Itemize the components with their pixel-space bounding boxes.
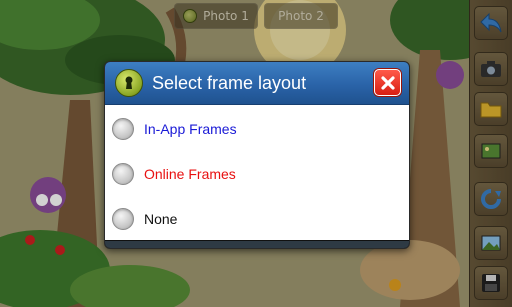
- radio-button[interactable]: [112, 207, 134, 230]
- frame-layout-dialog: Select frame layout In-App Frames Online…: [104, 61, 410, 249]
- dialog-header: Select frame layout: [105, 62, 409, 105]
- option-online-frames[interactable]: Online Frames: [105, 151, 409, 196]
- close-button[interactable]: [374, 69, 401, 96]
- option-none[interactable]: None: [105, 196, 409, 241]
- radio-button[interactable]: [112, 117, 134, 140]
- option-label: In-App Frames: [144, 120, 237, 137]
- dialog-body: In-App Frames Online Frames None: [105, 105, 409, 240]
- close-icon: [380, 75, 395, 90]
- keyhole-icon: [115, 69, 143, 97]
- radio-button[interactable]: [112, 162, 134, 185]
- option-label: Online Frames: [144, 165, 236, 182]
- dialog-title: Select frame layout: [152, 72, 307, 93]
- option-in-app-frames[interactable]: In-App Frames: [105, 106, 409, 151]
- dialog-footer: [105, 240, 409, 248]
- option-label: None: [144, 210, 178, 227]
